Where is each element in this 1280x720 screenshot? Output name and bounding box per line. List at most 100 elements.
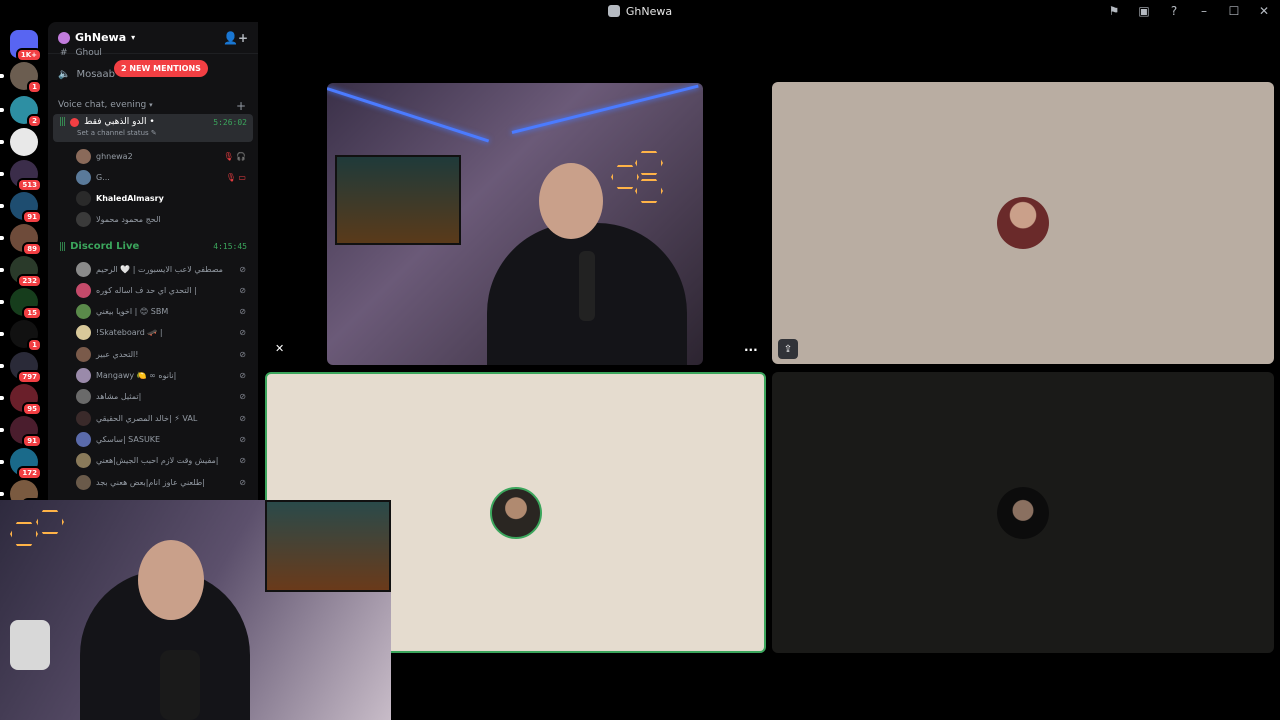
participant-avatar (489, 486, 542, 539)
guild-icon (58, 31, 70, 44)
avatar (76, 453, 91, 469)
category-voice-chat[interactable]: Voice chat, evening ▾ + (58, 99, 248, 113)
server-icon[interactable]: 1 (0, 62, 42, 94)
avatar (76, 389, 91, 405)
voice-user[interactable]: مفيش وقت لازم احبب الجيش|هعني| ⊘ (76, 452, 246, 470)
voice-user[interactable]: KhaledAlmasry (76, 189, 246, 207)
server-icon[interactable]: 95 (0, 384, 42, 416)
unread-pip (0, 74, 4, 78)
avatar (76, 148, 91, 164)
channel-label: Mosaab (76, 68, 116, 80)
mention-badge: 89 (22, 242, 42, 256)
voice-user-name: الحج محمود محمولا (96, 214, 161, 224)
channel-sidebar: GhNewa ▾ 👤+ # Ghoul 🔈 Mosaab 2 NEW MENTI… (48, 22, 258, 500)
muted-mic-icon: ⊘ (239, 264, 246, 274)
voice-user[interactable]: مصطفي لاعب الايسبورت | 🤍 الرحيم ⊘ (76, 260, 246, 278)
stream-tile[interactable] (327, 83, 703, 365)
screen-share-icon[interactable]: ⇪ (778, 339, 798, 359)
minimize-button[interactable]: – (1196, 3, 1212, 19)
speaker-icon: 🔈 (58, 68, 71, 80)
avatar (76, 431, 91, 447)
mention-badge: 232 (17, 274, 42, 288)
server-icon[interactable]: 2 (0, 96, 42, 128)
add-member-icon[interactable]: 👤+ (223, 31, 248, 45)
window-title: GhNewa (607, 5, 672, 18)
more-options-icon[interactable]: ... (744, 340, 758, 354)
hashtag-icon: # (60, 48, 68, 58)
voice-user[interactable]: ghnewa2 🎙 🎧 (76, 147, 246, 165)
add-channel-icon[interactable]: + (236, 99, 246, 113)
voice-channel-gold[interactable]: ||| الدو الذهبي فقط • 5:26:02 Set a chan… (53, 114, 253, 142)
voice-channel-discord-live[interactable]: ||| Discord Live 4:15:45 (53, 238, 253, 256)
muted-mic-icon: ⊘ (239, 477, 246, 487)
avatar (76, 474, 91, 490)
chevron-down-icon: ▾ (131, 33, 136, 42)
avatar (76, 211, 91, 227)
muted-mic-icon: ⊘ (239, 456, 246, 466)
pencil-icon: ✎ (150, 129, 157, 137)
server-icon[interactable]: 15 (0, 288, 42, 320)
voice-user-name: التحدي اي حد ف اساله كوره | (96, 285, 197, 295)
avatar (76, 169, 91, 185)
inbox-flag-icon[interactable]: ⚑ (1106, 3, 1122, 19)
help-icon[interactable]: ? (1166, 3, 1182, 19)
unread-pip (0, 364, 4, 368)
voice-user[interactable]: تمثيل مشاهد| ⊘ (76, 388, 246, 406)
voice-user[interactable]: التحدي عبير! ⊘ (76, 345, 246, 363)
voice-channel-name: الدو الذهبي فقط • (84, 117, 155, 127)
server-icon[interactable]: 89 (0, 224, 42, 256)
voice-user[interactable]: خالد المصري الحقيقي| ⚡ VAL ⊘ (76, 409, 246, 427)
mention-badge: 172 (17, 466, 42, 480)
title-bar: GhNewa ⚑ ▣ ? – ☐ ✕ (0, 0, 1280, 22)
voice-user-name: ghnewa2 (96, 151, 133, 161)
participant-tile[interactable] (772, 372, 1274, 653)
voice-user-name: تمثيل مشاهد| (96, 392, 142, 402)
avatar (76, 282, 91, 298)
mention-badge: 1K+ (15, 48, 42, 62)
tv-screen (265, 500, 391, 592)
channel-ghoul[interactable]: # Ghoul (54, 48, 252, 58)
close-button[interactable]: ✕ (1256, 3, 1272, 19)
voice-channel-name: Discord Live (70, 241, 140, 252)
voice-user[interactable]: طلعني عاوز انام|بعض هعني بجد| ⊘ (76, 473, 246, 491)
server-icon[interactable]: 1K+ (10, 30, 42, 62)
voice-user[interactable]: التحدي اي حد ف اساله كوره | ⊘ (76, 281, 246, 299)
server-icon[interactable]: 91 (0, 192, 42, 224)
server-icon[interactable]: 172 (0, 448, 42, 480)
mention-badge: 95 (22, 402, 42, 416)
screen-share-icon[interactable]: ▣ (1136, 3, 1152, 19)
unread-pip (0, 460, 4, 464)
channel-status[interactable]: Set a channel status ✎ (77, 129, 247, 137)
voice-user[interactable]: الحج محمود محمولا (76, 210, 246, 228)
muted-mic-icon: ⊘ (239, 434, 246, 444)
voice-user[interactable]: ساسكي| SASUKE ⊘ (76, 430, 246, 448)
voice-user-name: Mangawy 🍋 ∞ نانوه| (96, 371, 177, 380)
participant-avatar (997, 197, 1049, 249)
voice-user-name: طلعني عاوز انام|بعض هعني بجد| (96, 477, 205, 487)
mention-badge: 91 (22, 434, 42, 448)
server-icon[interactable]: 1 (0, 320, 42, 352)
unread-pip (0, 396, 4, 400)
new-mentions-pill[interactable]: 2 NEW MENTIONS (114, 60, 208, 77)
unread-pip (0, 172, 4, 176)
voice-timer: 4:15:45 (213, 242, 247, 251)
mention-badge: 1 (27, 80, 42, 94)
unread-pip (0, 300, 4, 304)
server-icon[interactable]: 513 (0, 160, 42, 192)
participant-tile[interactable] (772, 82, 1274, 364)
server-icon[interactable]: 232 (0, 256, 42, 288)
maximize-button[interactable]: ☐ (1226, 3, 1242, 19)
voice-user[interactable]: اخويا بيغني | 😊 SBM ⊘ (76, 303, 246, 321)
voice-user[interactable]: G... 🎙 ▭ (76, 168, 246, 186)
muted-mic-icon: ⊘ (239, 413, 246, 423)
voice-user-name: !Skateboard 🛹 | (96, 328, 163, 338)
voice-user[interactable]: !Skateboard 🛹 | ⊘ (76, 324, 246, 342)
server-icon[interactable]: 91 (0, 416, 42, 448)
server-icon[interactable]: 797 (0, 352, 42, 384)
unread-pip (0, 492, 4, 496)
guild-name: GhNewa (75, 31, 127, 44)
led-strip (327, 87, 490, 143)
muted-deafened-icon: 🎙 ▭ (225, 172, 246, 182)
server-icon[interactable] (0, 128, 38, 156)
voice-user[interactable]: Mangawy 🍋 ∞ نانوه| ⊘ (76, 367, 246, 385)
